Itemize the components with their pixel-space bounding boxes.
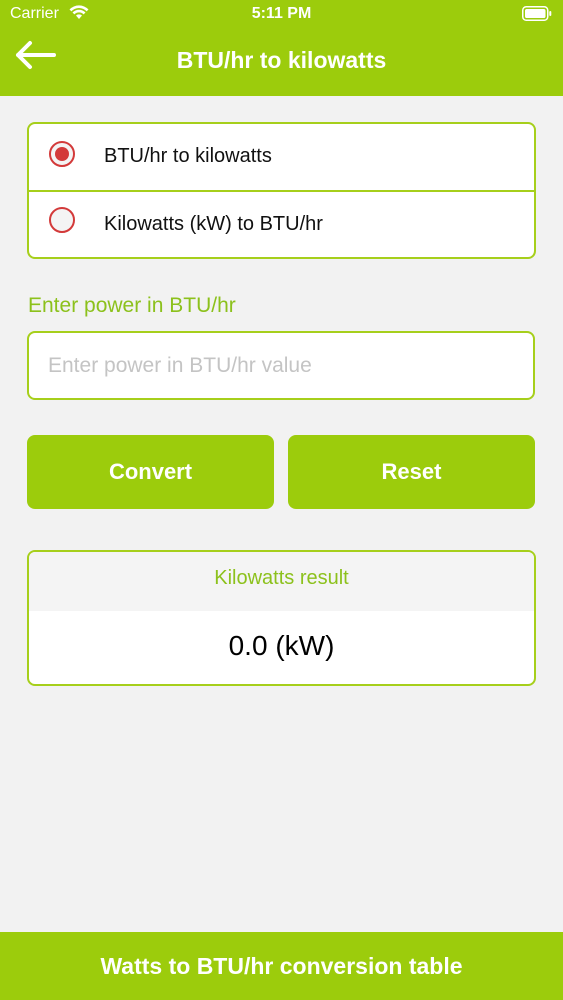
power-input[interactable] <box>27 331 535 400</box>
option-kw-to-btu[interactable]: Kilowatts (kW) to BTU/hr <box>29 192 534 257</box>
radio-dot <box>55 147 69 161</box>
convert-button[interactable]: Convert <box>27 435 274 509</box>
result-value: 0.0 (kW) <box>228 630 335 661</box>
header-bar: Carrier 5:11 PM BTU/hr to kilowatts <box>0 0 563 96</box>
option-label: Kilowatts (kW) to BTU/hr <box>104 213 323 235</box>
conversion-type-selector: BTU/hr to kilowatts Kilowatts (kW) to BT… <box>27 122 536 259</box>
result-title: Kilowatts result <box>214 567 349 589</box>
radio-selected-icon[interactable] <box>49 141 75 167</box>
status-time: 5:11 PM <box>251 5 312 22</box>
battery-icon <box>522 6 552 26</box>
option-label: BTU/hr to kilowatts <box>104 145 272 167</box>
result-card: Kilowatts result 0.0 (kW) <box>27 550 536 686</box>
option-btu-to-kw[interactable]: BTU/hr to kilowatts <box>29 124 534 192</box>
result-header: Kilowatts result <box>29 552 534 611</box>
page-title: BTU/hr to kilowatts <box>176 47 387 73</box>
conversion-table-button[interactable]: Watts to BTU/hr conversion table <box>0 932 563 1000</box>
status-bar: Carrier 5:11 PM <box>0 0 563 30</box>
input-label: Enter power in BTU/hr <box>28 294 236 317</box>
reset-button[interactable]: Reset <box>288 435 535 509</box>
radio-unselected-icon[interactable] <box>49 207 75 233</box>
